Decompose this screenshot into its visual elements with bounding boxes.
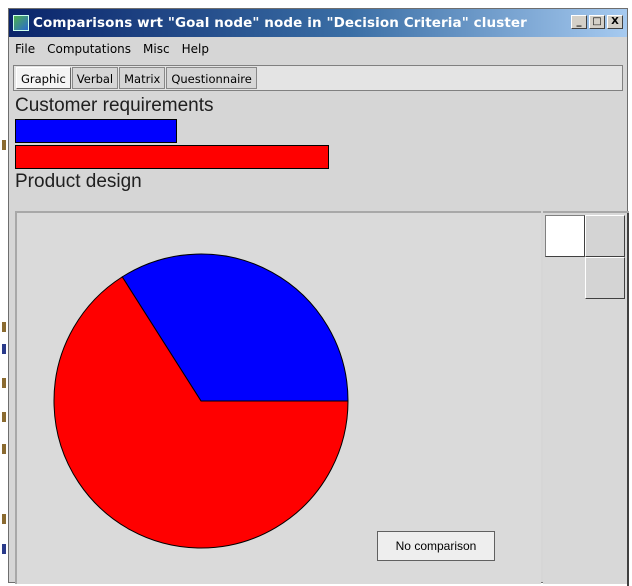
background-mark xyxy=(2,514,6,524)
side-button[interactable] xyxy=(585,257,625,299)
top-criterion-bar[interactable] xyxy=(15,119,177,143)
bottom-criterion-label: Product design xyxy=(15,171,142,192)
tab-questionnaire[interactable]: Questionnaire xyxy=(166,67,257,89)
side-panel xyxy=(543,211,629,586)
menu-file[interactable]: File xyxy=(9,42,41,56)
comparison-window: Comparisons wrt "Goal node" node in "Dec… xyxy=(8,8,629,586)
background-mark xyxy=(2,140,6,150)
panel-divider xyxy=(627,213,629,586)
background-mark xyxy=(2,322,6,332)
app-icon xyxy=(13,15,29,31)
top-criterion-label: Customer requirements xyxy=(15,95,214,116)
window-title: Comparisons wrt "Goal node" node in "Dec… xyxy=(33,15,527,31)
bottom-criterion-bar[interactable] xyxy=(15,145,329,169)
graphic-comparison: Customer requirements Product design xyxy=(9,93,627,211)
window-controls: _ □ X xyxy=(571,15,623,29)
maximize-button[interactable]: □ xyxy=(589,15,605,29)
tab-verbal[interactable]: Verbal xyxy=(71,67,119,89)
menu-help[interactable]: Help xyxy=(176,42,215,56)
pie-chart xyxy=(53,253,349,549)
menu-computations[interactable]: Computations xyxy=(41,42,137,56)
close-button[interactable]: X xyxy=(607,15,623,29)
side-button[interactable] xyxy=(585,215,625,257)
no-comparison-button[interactable]: No comparison xyxy=(377,531,495,561)
tab-bar: Graphic Verbal Matrix Questionnaire xyxy=(13,65,623,91)
side-button-white[interactable] xyxy=(545,215,585,257)
background-mark xyxy=(2,412,6,422)
tab-matrix[interactable]: Matrix xyxy=(119,67,166,89)
background-mark xyxy=(2,344,6,354)
minimize-button[interactable]: _ xyxy=(571,15,587,29)
background-mark xyxy=(2,444,6,454)
pie-chart-panel: No comparison xyxy=(15,211,541,584)
menu-bar: File Computations Misc Help xyxy=(9,38,627,60)
tab-graphic[interactable]: Graphic xyxy=(16,67,71,89)
background-mark xyxy=(2,378,6,388)
menu-misc[interactable]: Misc xyxy=(137,42,176,56)
background-mark xyxy=(2,544,6,554)
title-bar[interactable]: Comparisons wrt "Goal node" node in "Dec… xyxy=(9,9,627,37)
